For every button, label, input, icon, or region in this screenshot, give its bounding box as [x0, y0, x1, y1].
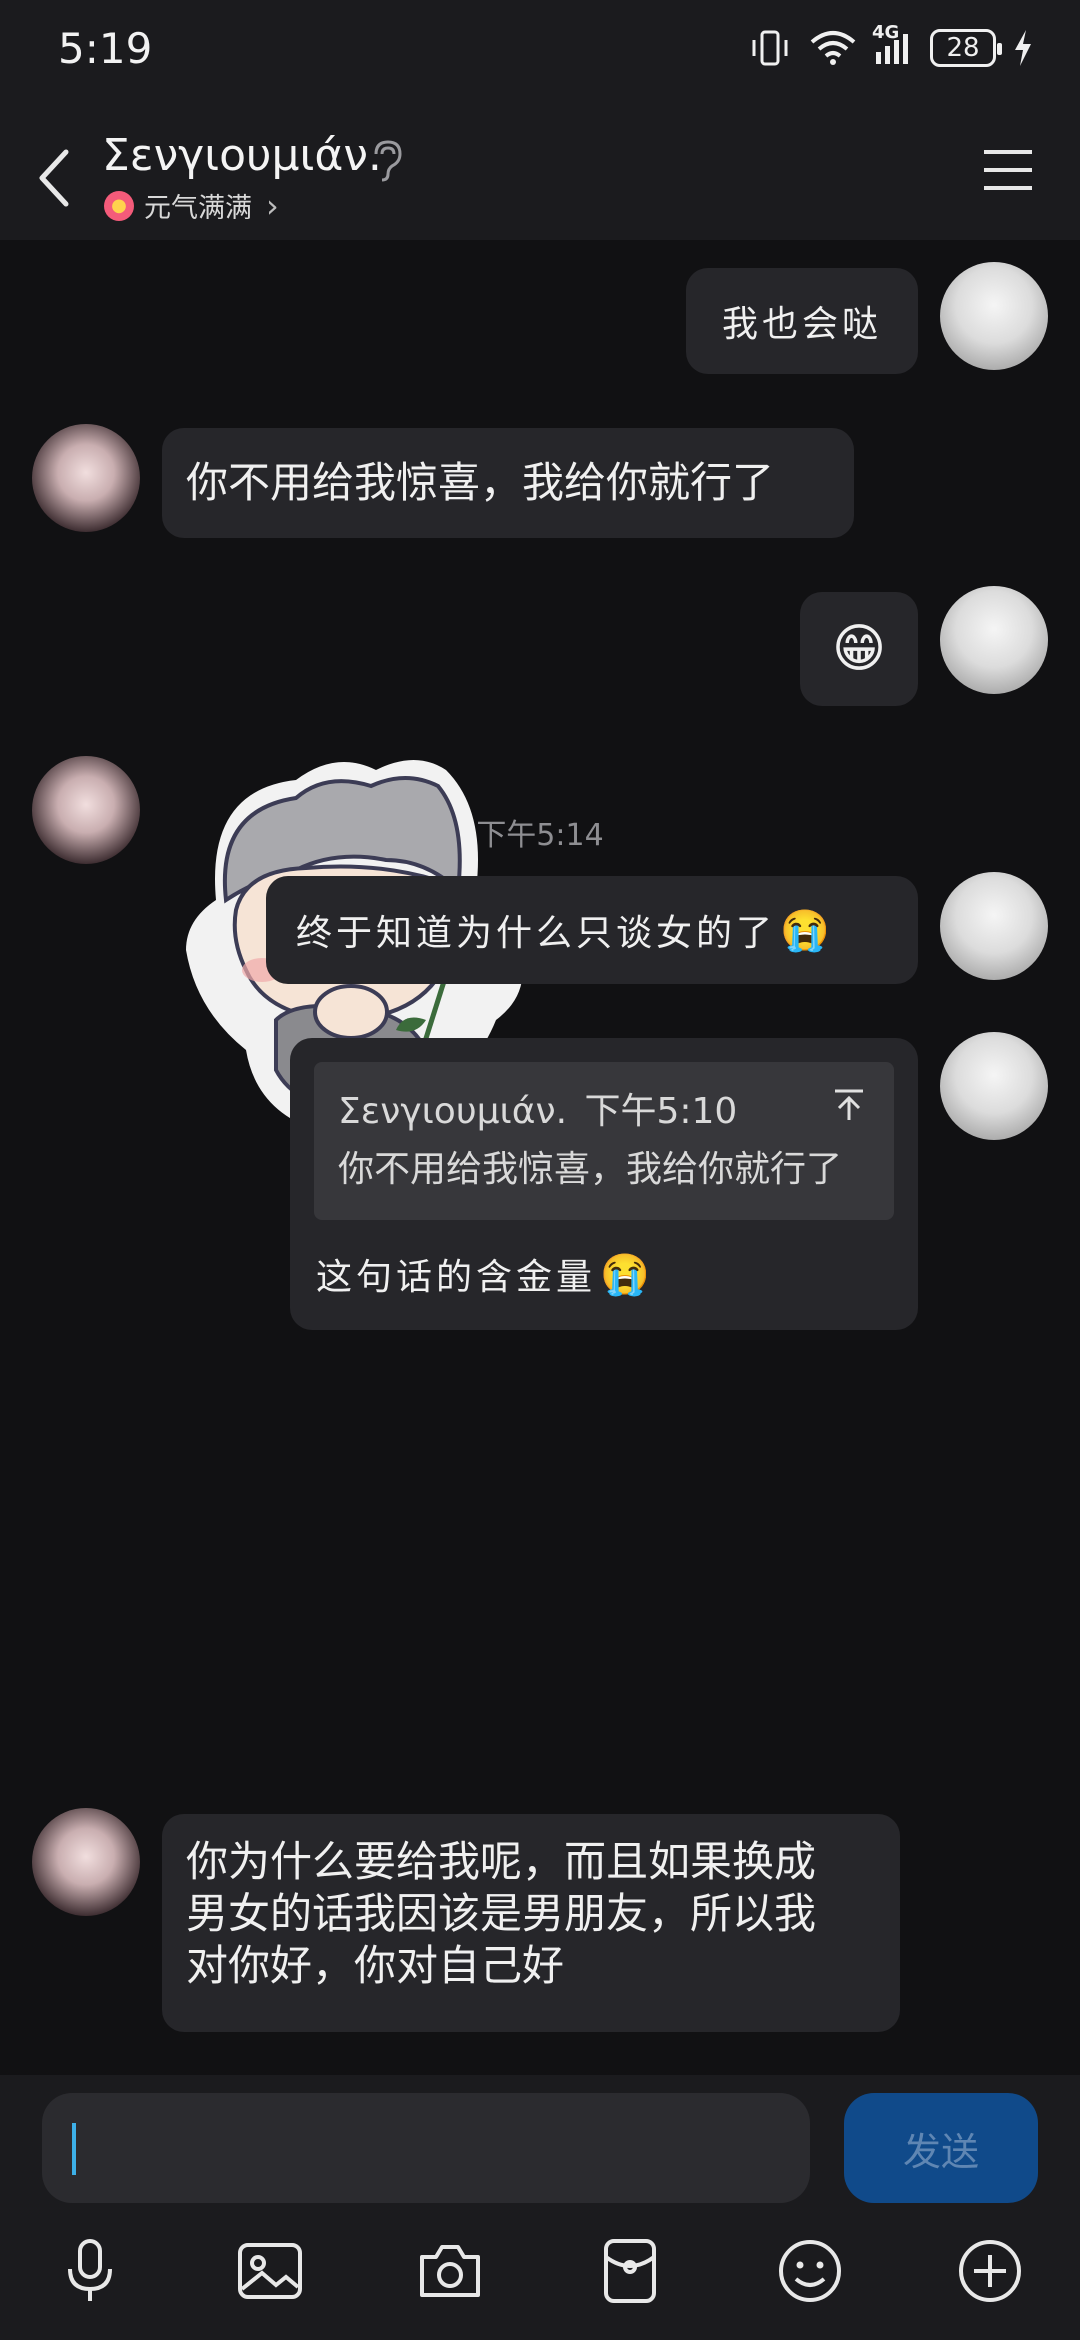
message-bubble-outgoing-reply[interactable]: Σενγιουμιάν. 下午5:10 你不用给我惊喜，我给你就行了 这句话的含…	[290, 1038, 918, 1330]
quoted-message[interactable]: Σενγιουμιάν. 下午5:10 你不用给我惊喜，我给你就行了	[314, 1062, 894, 1220]
message-line: 男女的话我因该是男朋友，所以我	[186, 1889, 817, 1938]
quote-header: Σενγιουμιάν. 下午5:10	[338, 1082, 737, 1134]
emoji-icon	[779, 2240, 841, 2302]
message-text: 终于知道为什么只谈女的了	[296, 913, 777, 954]
grinning-face-emoji: 😁	[831, 619, 887, 679]
quote-time: 下午5:10	[584, 1091, 738, 1132]
message-line: 你为什么要给我呢，而且如果换成	[186, 1837, 817, 1886]
jump-to-quote-icon[interactable]	[832, 1088, 866, 1122]
chat-header: Σενγιουμιάν. ● 元气满满 ›	[0, 110, 1080, 240]
network-type: 4G	[872, 22, 900, 43]
crying-face-emoji: 😭	[780, 907, 830, 954]
time-separator: 下午5:14	[476, 818, 604, 853]
my-avatar[interactable]	[940, 586, 1048, 694]
message-line: 对你好，你对自己好	[186, 1941, 565, 1990]
quote-text: 你不用给我惊喜，我给你就行了	[338, 1149, 843, 1190]
message-bubble-outgoing[interactable]: 我也会哒	[686, 268, 918, 374]
message-text: 这句话的含金量	[316, 1257, 597, 1298]
status-icons: 4G 28	[748, 22, 1034, 68]
image-icon	[238, 2243, 302, 2299]
my-avatar[interactable]	[940, 1032, 1048, 1140]
quote-author: Σενγιουμιάν.	[338, 1091, 568, 1132]
menu-icon	[984, 150, 1032, 190]
gallery-button[interactable]	[234, 2235, 306, 2307]
chevron-right-icon: ›	[266, 186, 279, 225]
contact-avatar[interactable]	[32, 424, 140, 532]
battery-level: 28	[946, 33, 980, 63]
status-time: 5:19	[58, 24, 153, 73]
chat-screen: 5:19 4G 28 Σενγιουμιάν. ● 元气满满 › 我也会哒 你不…	[0, 0, 1080, 2340]
wifi-icon	[810, 31, 856, 65]
message-input[interactable]	[42, 2093, 810, 2203]
voice-button[interactable]	[54, 2235, 126, 2307]
composer-toolbar	[0, 2235, 1080, 2325]
reply-text-row: 这句话的含金量 😭	[316, 1248, 650, 1300]
status-text: 元气满满	[144, 193, 252, 224]
text-caret	[72, 2123, 76, 2175]
camera-icon	[420, 2245, 480, 2297]
menu-button[interactable]	[982, 148, 1034, 192]
message-bubble-outgoing[interactable]: 终于知道为什么只谈女的了 😭	[266, 876, 918, 984]
charging-icon	[1015, 30, 1031, 66]
composer: 发送	[0, 2075, 1080, 2340]
chevron-left-icon	[39, 149, 69, 207]
message-list[interactable]: 我也会哒 你不用给我惊喜，我给你就行了 😁 下午5:14 终于知道为什么只谈女的…	[0, 240, 1080, 2075]
battery-icon: 28	[930, 29, 1002, 67]
signal-group: 4G	[872, 22, 914, 66]
message-text: 我也会哒	[721, 304, 882, 345]
my-avatar[interactable]	[940, 872, 1048, 980]
plus-icon	[959, 2240, 1021, 2302]
message-bubble-incoming[interactable]: 你为什么要给我呢，而且如果换成 男女的话我因该是男朋友，所以我 对你好，你对自己…	[162, 1814, 900, 2032]
message-text: 你不用给我惊喜，我给你就行了	[186, 458, 775, 507]
vibrate-icon	[752, 30, 788, 66]
red-packet-icon	[604, 2239, 656, 2303]
message-bubble-incoming[interactable]: 你不用给我惊喜，我给你就行了	[162, 428, 854, 538]
more-button[interactable]	[954, 2235, 1026, 2307]
camera-button[interactable]	[414, 2235, 486, 2307]
emoji-button[interactable]	[774, 2235, 846, 2307]
navigation-bar	[0, 2326, 1080, 2340]
my-avatar[interactable]	[940, 262, 1048, 370]
contact-name[interactable]: Σενγιουμιάν.	[102, 130, 382, 181]
status-bar: 5:19 4G 28	[0, 0, 1080, 110]
hearing-icon	[374, 140, 402, 182]
message-bubble-outgoing[interactable]: 😁	[800, 592, 918, 706]
red-packet-button[interactable]	[594, 2235, 666, 2307]
status-flower-icon: ●	[104, 190, 134, 221]
send-button[interactable]: 发送	[844, 2093, 1038, 2203]
contact-avatar[interactable]	[32, 1808, 140, 1916]
back-button[interactable]	[26, 138, 86, 218]
microphone-icon	[68, 2239, 112, 2301]
crying-face-emoji: 😭	[600, 1251, 650, 1298]
contact-status[interactable]: ● 元气满满 ›	[104, 186, 279, 225]
